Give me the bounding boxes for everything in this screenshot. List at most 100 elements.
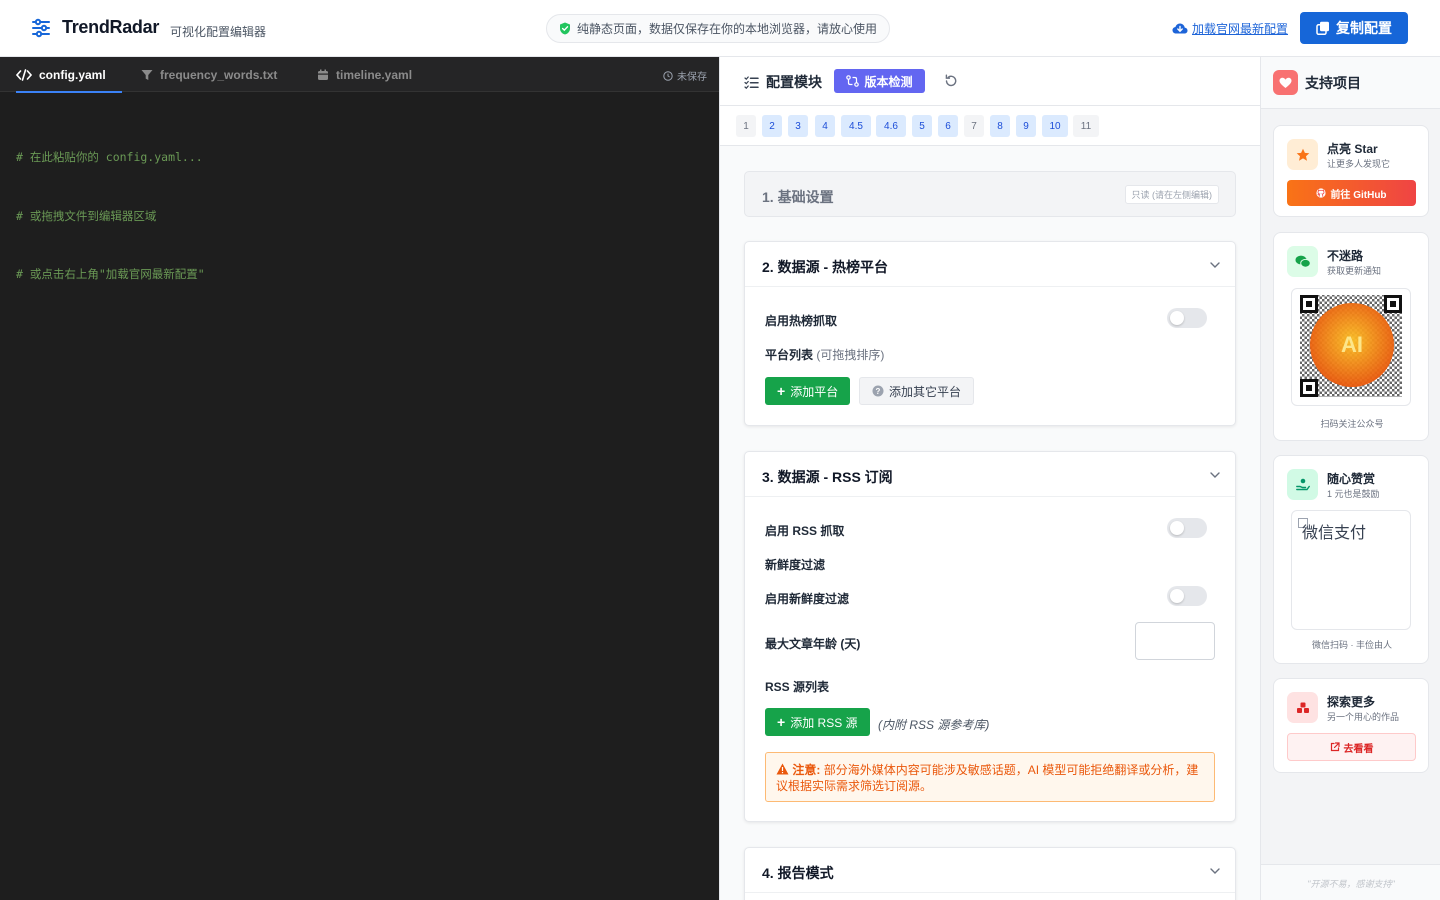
config-panel-title: 配置模块 bbox=[744, 72, 822, 92]
enable-hotlist-toggle[interactable] bbox=[1167, 308, 1207, 328]
list-check-icon bbox=[744, 75, 759, 89]
support-title: 支持项目 bbox=[1305, 75, 1361, 91]
cubes-icon bbox=[1287, 692, 1318, 723]
follow-card-title: 不迷路 bbox=[1327, 249, 1364, 263]
code-line: # 在此粘贴你的 config.yaml... bbox=[16, 150, 203, 164]
platform-list-label-text: 平台列表 bbox=[765, 348, 814, 362]
add-other-platform-label: 添加其它平台 bbox=[889, 384, 962, 399]
section-nav-chip[interactable]: 9 bbox=[1016, 115, 1036, 137]
load-official-config-link[interactable]: 加载官网最新配置 bbox=[1172, 20, 1288, 37]
rss-warning-text: 部分海外媒体内容可能涉及敏感话题，AI 模型可能拒绝翻译或分析，建议根据实际需求… bbox=[776, 763, 1199, 793]
external-link-icon bbox=[1330, 742, 1340, 752]
go-github-label: 前往 GitHub bbox=[1330, 189, 1387, 201]
explore-go-label: 去看看 bbox=[1343, 743, 1374, 755]
add-other-platform-button[interactable]: ? 添加其它平台 bbox=[859, 377, 975, 405]
section-nav-chip[interactable]: 7 bbox=[964, 115, 984, 137]
enable-freshness-label: 启用新鲜度过滤 bbox=[765, 592, 850, 606]
section-nav-chip[interactable]: 11 bbox=[1073, 115, 1099, 137]
qr-code-frame: AI bbox=[1291, 288, 1411, 406]
section-nav-chip[interactable]: 1 bbox=[736, 115, 756, 137]
star-card: 点亮 Star 让更多人发现它 前往 GitHub bbox=[1273, 125, 1429, 217]
donate-caption: 微信扫码 · 丰俭由人 bbox=[1312, 640, 1392, 650]
donate-card: 随心赞赏 1 元也是鼓励 微信支付 微信扫码 · 丰俭由人 bbox=[1273, 455, 1429, 664]
chevron-down-icon bbox=[1210, 262, 1220, 268]
freshness-filter-label: 新鲜度过滤 bbox=[765, 558, 826, 572]
load-official-config-label: 加载官网最新配置 bbox=[1192, 22, 1289, 36]
copy-icon bbox=[1316, 21, 1329, 35]
platform-list-hint: (可拖拽排序) bbox=[816, 348, 885, 362]
tab-config-yaml[interactable]: config.yaml bbox=[16, 57, 122, 93]
follow-card-subtitle: 获取更新通知 bbox=[1327, 266, 1382, 276]
donate-card-subtitle: 1 元也是鼓励 bbox=[1327, 489, 1380, 499]
section-rss-title: 3. 数据源 - RSS 订阅 bbox=[762, 469, 893, 485]
tab-timeline-yaml-label: timeline.yaml bbox=[336, 67, 413, 82]
question-circle-icon: ? bbox=[872, 385, 884, 397]
app-header: TrendRadar 可视化配置编辑器 纯静态页面，数据仅保存在你的本地浏览器，… bbox=[0, 0, 1440, 57]
enable-rss-label: 启用 RSS 抓取 bbox=[765, 524, 845, 538]
section-nav-chip[interactable]: 2 bbox=[762, 115, 782, 137]
star-icon bbox=[1287, 139, 1318, 170]
save-status-text: 未保存 bbox=[677, 72, 707, 83]
sliders-logo-icon bbox=[32, 18, 50, 38]
add-platform-label: 添加平台 bbox=[790, 384, 839, 399]
section-nav-chip[interactable]: 6 bbox=[938, 115, 958, 137]
sidebar-footer-quote: "开源不易，感谢支持" bbox=[1261, 864, 1440, 900]
config-panel: 配置模块 版本检测 1 2 3 4 4.5 4.6 5 6 7 8 9 10 1… bbox=[719, 57, 1261, 900]
section-rss: 3. 数据源 - RSS 订阅 启用 RSS 抓取 新鲜度过滤 启用新鲜度过滤 … bbox=[744, 451, 1236, 822]
enable-rss-toggle[interactable] bbox=[1167, 518, 1207, 538]
donate-card-title: 随心赞赏 bbox=[1327, 472, 1376, 486]
tab-config-yaml-label: config.yaml bbox=[39, 67, 106, 82]
editor-tab-bar: config.yaml frequency_words.txt timeline… bbox=[0, 57, 719, 93]
section-hotlist-header[interactable]: 2. 数据源 - 热榜平台 bbox=[745, 242, 1235, 287]
add-rss-button[interactable]: + 添加 RSS 源 bbox=[765, 708, 870, 736]
section-nav-chip[interactable]: 5 bbox=[912, 115, 932, 137]
code-line: # 或点击右上角"加载官网最新配置" bbox=[16, 267, 205, 281]
qr-center-text: AI bbox=[1341, 332, 1363, 357]
copy-config-button[interactable]: 复制配置 bbox=[1300, 12, 1408, 44]
section-nav-chip[interactable]: 10 bbox=[1042, 115, 1068, 137]
config-panel-title-text: 配置模块 bbox=[766, 74, 822, 90]
go-github-button[interactable]: 前往 GitHub bbox=[1287, 180, 1416, 206]
max-article-age-input[interactable] bbox=[1135, 622, 1215, 660]
editor-code[interactable]: # 在此粘贴你的 config.yaml... # 或拖拽文件到编辑器区域 # … bbox=[16, 109, 205, 324]
svg-text:?: ? bbox=[876, 387, 881, 396]
brand-subtitle: 可视化配置编辑器 bbox=[170, 25, 267, 39]
follow-card: 不迷路 获取更新通知 AI 扫码关注公众号 bbox=[1273, 232, 1429, 441]
save-status: 未保存 bbox=[663, 68, 707, 83]
enable-hotlist-label: 启用热榜抓取 bbox=[765, 314, 838, 328]
section-nav-chip[interactable]: 4.6 bbox=[876, 115, 906, 137]
github-icon bbox=[1316, 188, 1327, 198]
undo-icon[interactable] bbox=[943, 73, 959, 89]
section-basic-settings: 1. 基础设置 只读 (请在左侧编辑) bbox=[744, 171, 1236, 217]
code-editor[interactable]: config.yaml frequency_words.txt timeline… bbox=[0, 57, 719, 900]
section-basic-settings-title: 1. 基础设置 bbox=[762, 189, 834, 205]
add-rss-label: 添加 RSS 源 bbox=[790, 715, 858, 730]
version-check-button[interactable]: 版本检测 bbox=[834, 69, 925, 93]
code-line: # 或拖拽文件到编辑器区域 bbox=[16, 208, 157, 223]
plus-icon: + bbox=[777, 714, 786, 730]
rss-warning: 注意: 部分海外媒体内容可能涉及敏感话题，AI 模型可能拒绝翻译或分析，建议根据… bbox=[765, 752, 1215, 802]
warning-triangle-icon bbox=[776, 763, 789, 775]
hand-coin-icon bbox=[1287, 469, 1318, 500]
plus-icon: + bbox=[777, 383, 786, 399]
section-nav-chip[interactable]: 8 bbox=[990, 115, 1010, 137]
readonly-badge: 只读 (请在左侧编辑) bbox=[1124, 185, 1219, 204]
section-rss-header[interactable]: 3. 数据源 - RSS 订阅 bbox=[745, 452, 1235, 497]
tab-timeline-yaml[interactable]: timeline.yaml bbox=[317, 57, 412, 92]
tab-frequency-words[interactable]: frequency_words.txt bbox=[141, 57, 277, 92]
add-platform-button[interactable]: + 添加平台 bbox=[765, 377, 851, 405]
section-report-mode: 4. 报告模式 bbox=[744, 847, 1236, 900]
enable-freshness-toggle[interactable] bbox=[1167, 586, 1207, 606]
section-nav-chip[interactable]: 3 bbox=[788, 115, 808, 137]
section-report-mode-header[interactable]: 4. 报告模式 bbox=[745, 848, 1235, 893]
explore-card-subtitle: 另一个用心的作品 bbox=[1327, 712, 1400, 722]
support-sidebar: 支持项目 点亮 Star 让更多人发现它 前往 GitHub 不迷路 获取更新通… bbox=[1260, 57, 1440, 900]
section-nav-chip[interactable]: 4 bbox=[815, 115, 835, 137]
filter-icon bbox=[141, 69, 153, 80]
add-rss-hint: (内附 RSS 源参考库) bbox=[878, 718, 990, 732]
clock-icon bbox=[663, 70, 673, 81]
explore-go-button[interactable]: 去看看 bbox=[1287, 733, 1416, 761]
tab-frequency-words-label: frequency_words.txt bbox=[160, 67, 278, 82]
section-nav-chip[interactable]: 4.5 bbox=[841, 115, 871, 137]
rss-source-list-label: RSS 源列表 bbox=[765, 680, 830, 694]
